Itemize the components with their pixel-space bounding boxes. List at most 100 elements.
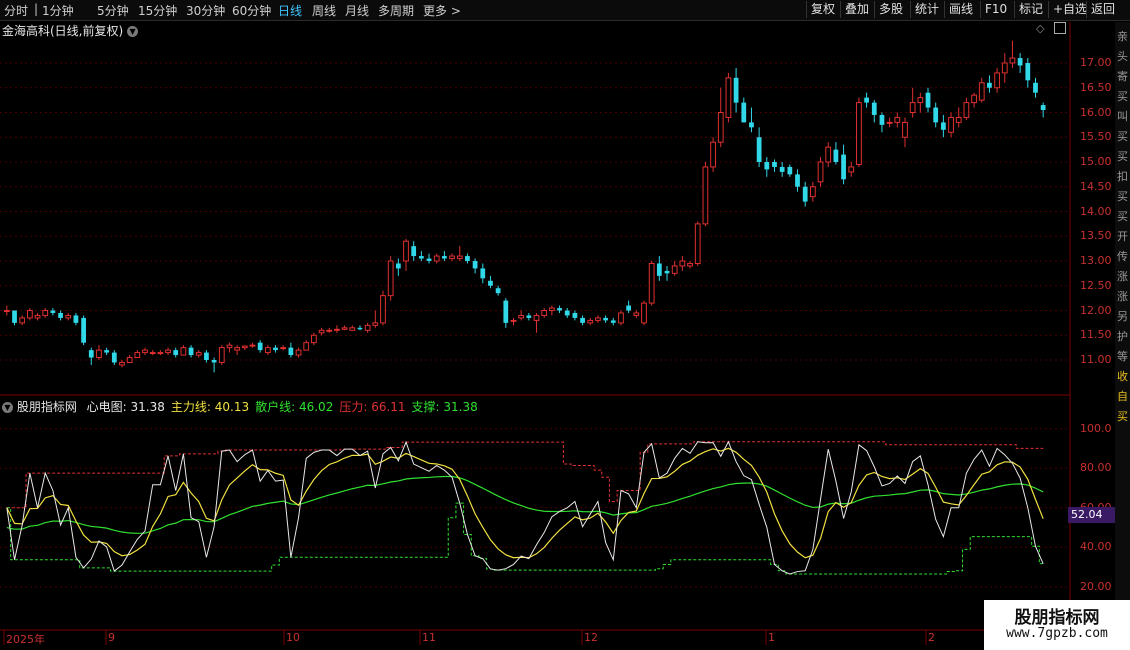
price-tick-label: 13.00 xyxy=(1080,254,1112,267)
candle xyxy=(58,310,63,321)
candle-body xyxy=(963,102,970,118)
candle-body xyxy=(848,166,855,173)
candle-body xyxy=(480,268,486,279)
candle-body xyxy=(987,82,992,88)
chart-grid xyxy=(0,22,1071,650)
candle xyxy=(510,317,517,326)
sidebar-char[interactable]: 买 xyxy=(1117,408,1128,424)
candle-body xyxy=(472,261,478,269)
sidebar-char[interactable]: 自 xyxy=(1117,388,1128,404)
sidebar-char[interactable]: 扣 xyxy=(1117,168,1128,184)
candle xyxy=(3,305,10,316)
sidebar-char[interactable]: 另 xyxy=(1117,308,1128,324)
date-tick-label: 1 xyxy=(768,631,775,644)
legend-item: 散户线: 46.02 xyxy=(255,400,333,414)
candle xyxy=(349,325,356,331)
candle-body xyxy=(111,352,117,363)
candle xyxy=(234,345,241,356)
candle-body xyxy=(764,162,770,170)
sidebar-char[interactable]: 亲 xyxy=(1117,28,1128,44)
candle-body xyxy=(626,305,632,311)
sidebar-char[interactable]: 买 xyxy=(1117,188,1128,204)
candle xyxy=(518,310,525,321)
legend-item: 压力: 66.11 xyxy=(339,400,405,414)
candle xyxy=(503,298,509,328)
legend-label: 散户线: xyxy=(255,400,296,414)
candle xyxy=(933,102,939,128)
date-tick-label: 10 xyxy=(286,631,300,644)
sidebar-char[interactable]: 买 xyxy=(1117,148,1128,164)
candle-body xyxy=(787,166,793,175)
candle-body xyxy=(917,97,924,104)
candle xyxy=(257,340,263,353)
candle xyxy=(572,310,578,321)
candle xyxy=(994,67,1000,93)
candle xyxy=(795,169,800,192)
candle xyxy=(273,345,278,353)
candle xyxy=(411,241,417,261)
candle xyxy=(940,114,946,138)
candle-body xyxy=(717,112,724,143)
candle xyxy=(104,347,110,356)
sidebar-char[interactable]: 买 xyxy=(1117,208,1128,224)
candle xyxy=(741,97,747,123)
candle xyxy=(96,345,102,360)
candle xyxy=(963,97,970,120)
candle xyxy=(917,92,924,113)
candle-body xyxy=(119,361,125,366)
candle-body xyxy=(1017,58,1023,66)
candle xyxy=(318,327,325,336)
candle xyxy=(387,256,394,301)
sidebar-char[interactable]: 等 xyxy=(1117,348,1128,364)
sidebar-char[interactable]: 传 xyxy=(1117,248,1128,264)
candle-body xyxy=(978,82,985,101)
candle xyxy=(173,347,179,358)
candle-body xyxy=(418,256,424,259)
sidebar-char[interactable]: 开 xyxy=(1117,228,1128,244)
candle xyxy=(925,87,931,113)
candle-body xyxy=(710,141,716,168)
sidebar-char[interactable]: 收 xyxy=(1117,368,1128,384)
candle xyxy=(195,350,202,358)
candle-body xyxy=(648,262,655,304)
sidebar-char[interactable]: 头 xyxy=(1117,48,1128,64)
sidebar-char[interactable]: 叫 xyxy=(1117,108,1128,124)
candle xyxy=(787,164,793,177)
price-tick-label: 16.00 xyxy=(1080,105,1112,119)
candle xyxy=(717,87,724,148)
indicator-name[interactable]: 股朋指标网 xyxy=(17,400,77,414)
candle xyxy=(671,261,678,276)
sidebar-char[interactable]: 买 xyxy=(1117,128,1128,144)
candle-body xyxy=(833,149,839,162)
sidebar-char[interactable]: 护 xyxy=(1117,328,1128,344)
candle-body xyxy=(96,349,102,359)
candlestick-series xyxy=(3,40,1046,373)
candle-body xyxy=(809,186,816,198)
sidebar-char[interactable]: 涨 xyxy=(1117,288,1128,304)
candle-body xyxy=(81,317,86,343)
candle-body xyxy=(211,360,217,363)
candle-body xyxy=(280,347,287,350)
date-tick-label: 2 xyxy=(928,631,935,644)
candle-body xyxy=(994,72,1000,89)
sidebar-char[interactable]: 买 xyxy=(1117,88,1128,104)
candle xyxy=(456,246,463,261)
candle-body xyxy=(12,310,17,323)
retail-line xyxy=(6,475,1044,534)
sidebar-char[interactable]: 寄 xyxy=(1117,68,1128,84)
chevron-down-icon[interactable]: ▼ xyxy=(2,402,13,413)
candle-body xyxy=(387,260,394,297)
legend-value: 46.02 xyxy=(295,400,334,414)
candle-body xyxy=(572,312,578,318)
candle-body xyxy=(234,347,241,351)
candle-body xyxy=(971,94,977,104)
sidebar-char[interactable]: 涨 xyxy=(1117,268,1128,284)
candle xyxy=(480,263,486,284)
candle xyxy=(126,355,133,363)
candle xyxy=(702,162,709,227)
candle xyxy=(725,72,732,123)
candle-body xyxy=(894,116,901,123)
legend-value: 31.38 xyxy=(439,400,478,414)
candle xyxy=(948,112,954,138)
candle-body xyxy=(349,327,356,331)
